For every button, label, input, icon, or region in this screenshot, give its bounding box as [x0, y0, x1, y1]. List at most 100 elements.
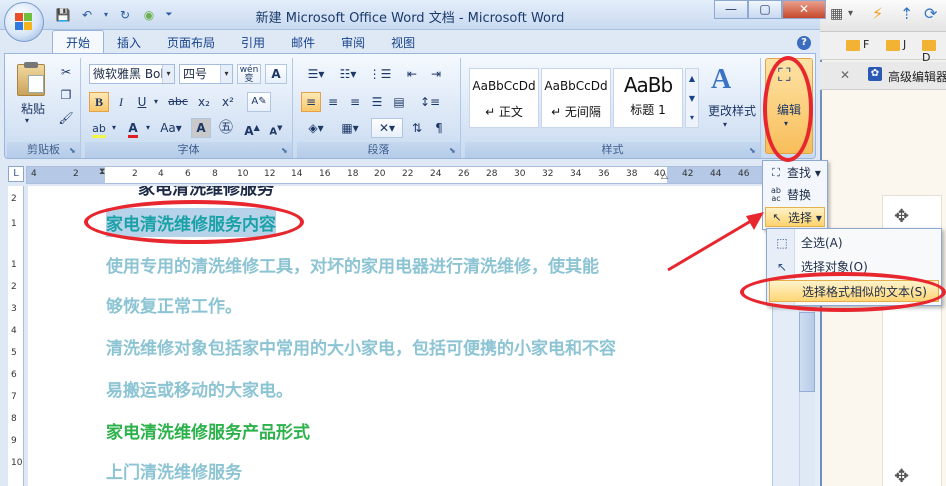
scroll-thumb[interactable] [799, 312, 815, 392]
find-button[interactable]: ⛶ 查找 ▾ [765, 163, 825, 183]
increase-indent-icon[interactable]: ⇥ [425, 64, 447, 84]
horizontal-ruler[interactable]: 4 2 2 4 6 8 10 12 14 16 18 20 22 24 26 2… [26, 166, 772, 184]
help-icon[interactable]: ? [797, 36, 811, 50]
multilevel-list-icon[interactable]: ⋮☰ [365, 64, 395, 84]
save-icon[interactable]: 💾 [54, 7, 72, 23]
arrow-up-icon[interactable]: ⇡ [900, 4, 913, 23]
gallery-more-icon[interactable]: ▾ [686, 109, 698, 127]
close-tab-icon[interactable]: ✕ [840, 68, 850, 82]
dialog-launcher-icon[interactable]: ⬊ [69, 146, 78, 155]
grid-icon[interactable]: ▦ [830, 6, 843, 22]
shrink-font-button[interactable]: A▼ [265, 118, 287, 138]
align-center-icon[interactable]: ≡ [323, 92, 343, 112]
tab-mailings[interactable]: 邮件 [278, 32, 328, 54]
chevron-down-icon[interactable]: ▾ [220, 65, 232, 83]
dialog-launcher-icon[interactable]: ⬊ [749, 146, 758, 155]
green-heading[interactable]: 家电清洗维修服务产品形式 [106, 418, 310, 443]
underline-button[interactable]: U [133, 92, 151, 112]
gallery-scroll[interactable]: ▲ ▼ ▾ [685, 68, 699, 128]
show-marks-icon[interactable]: ¶ [429, 118, 449, 138]
body-paragraph[interactable]: 易搬运或移动的大家电。 [106, 376, 293, 401]
dialog-launcher-icon[interactable]: ⬊ [281, 146, 290, 155]
chevron-down-icon[interactable]: ▾ [143, 118, 153, 138]
tab-review[interactable]: 审阅 [328, 32, 378, 54]
bookmark-folder[interactable]: J [886, 38, 906, 51]
maximize-button[interactable]: ▢ [748, 0, 782, 19]
chevron-down-icon[interactable]: ▼ [686, 89, 698, 109]
tab-view[interactable]: 视图 [378, 32, 428, 54]
italic-button[interactable]: I [111, 92, 131, 112]
customize-qat-icon[interactable]: ⏷ [164, 7, 174, 23]
clear-formatting-icon[interactable]: A✎ [247, 92, 271, 112]
indent-marker-icon[interactable]: ⧗ [99, 167, 109, 183]
body-paragraph[interactable]: 清洗维修对象包括家中常用的大小家电，包括可便携的小家电和不容 [106, 334, 616, 359]
decrease-indent-icon[interactable]: ⇤ [401, 64, 423, 84]
enclose-characters-icon[interactable]: ㊄ [215, 118, 237, 138]
chevron-down-icon[interactable]: ▾ [109, 118, 119, 138]
editing-button[interactable]: ⛶ 编辑 ▾ [765, 58, 813, 154]
paste-icon[interactable] [17, 62, 45, 96]
align-right-icon[interactable]: ≡ [345, 92, 365, 112]
selected-heading[interactable]: 家电清洗维修服务内容 [106, 208, 276, 237]
justify-icon[interactable]: ☰ [367, 92, 387, 112]
right-indent-marker-icon[interactable]: △ [661, 171, 671, 183]
refresh-icon[interactable]: ⟳ [924, 4, 937, 23]
bullets-icon[interactable]: ☰▾ [301, 64, 331, 84]
browser-tab[interactable]: ✕ ✿ 高级编辑器 [820, 62, 946, 90]
body-paragraph[interactable]: 够恢复正常工作。 [106, 292, 242, 317]
chinese-layout-icon[interactable]: ✕▾ [371, 118, 403, 138]
move-handle-icon[interactable]: ✥ [894, 466, 909, 486]
superscript-button[interactable]: x² [217, 92, 239, 112]
body-paragraph[interactable]: 上门清洗维修服务 [106, 458, 242, 483]
phonetic-guide-button[interactable]: wén 变 [237, 64, 261, 84]
paste-label[interactable]: 粘贴 [11, 100, 55, 117]
style-heading-1[interactable]: AaBb 标题 1 [613, 68, 683, 128]
vertical-ruler[interactable]: 2 1 1 2 3 4 5 6 7 8 9 10 [8, 186, 24, 486]
chevron-up-icon[interactable]: ▲ [686, 69, 698, 89]
chevron-down-icon[interactable]: ▾ [25, 116, 29, 125]
chevron-down-icon[interactable]: ▾ [848, 8, 853, 19]
font-size-combo[interactable]: 四号 ▾ [179, 64, 233, 84]
chevron-down-icon[interactable]: ▾ [151, 92, 161, 112]
copy-icon[interactable]: ❐ [57, 85, 75, 105]
character-shading-button[interactable]: A [191, 118, 211, 138]
select-similar-formatting-item[interactable]: 选择格式相似的文本(S) [769, 280, 939, 302]
chevron-down-icon[interactable]: ▾ [102, 7, 110, 23]
style-normal[interactable]: AaBbCcDd ↵ 正文 [469, 68, 539, 128]
bookmark-folder[interactable]: D [922, 38, 946, 64]
replace-button[interactable]: ab ac 替换 [765, 185, 825, 205]
borders-icon[interactable]: ▦▾ [335, 118, 365, 138]
redo-icon[interactable]: ↻ [116, 7, 134, 23]
format-painter-icon[interactable]: 🖌 [57, 108, 75, 128]
font-color-icon[interactable]: A [123, 118, 143, 138]
body-paragraph[interactable]: 使用专用的清洗维修工具，对坏的家用电器进行清洗维修，使其能 [106, 252, 599, 277]
circle-icon[interactable]: ◉ [140, 7, 158, 23]
tab-insert[interactable]: 插入 [104, 32, 154, 54]
line-spacing-icon[interactable]: ↕≡ [415, 92, 445, 112]
font-name-combo[interactable]: 微软雅黑 Bold ▾ [89, 64, 175, 84]
change-case-button[interactable]: Aa▾ [157, 118, 185, 138]
cut-icon[interactable]: ✂ [57, 62, 75, 82]
distributed-icon[interactable]: ▤ [389, 92, 409, 112]
dialog-launcher-icon[interactable]: ⬊ [449, 146, 458, 155]
chevron-down-icon[interactable]: ▾ [162, 65, 174, 83]
chevron-down-icon[interactable]: ▾ [723, 120, 727, 129]
shading-icon[interactable]: ◈▾ [301, 118, 331, 138]
close-button[interactable]: ✕ [782, 0, 826, 19]
subscript-button[interactable]: x₂ [193, 92, 215, 112]
tab-selector[interactable]: L [8, 166, 24, 182]
numbering-icon[interactable]: ☷▾ [333, 64, 363, 84]
style-no-spacing[interactable]: AaBbCcDd ↵ 无间隔 [541, 68, 611, 128]
tab-home[interactable]: 开始 [52, 30, 105, 54]
undo-icon[interactable]: ↶ [78, 7, 96, 23]
character-border-button[interactable]: A [265, 64, 287, 84]
change-styles-icon[interactable]: A [711, 64, 731, 96]
select-objects-item[interactable]: ↖ 选择对象(O) [769, 256, 939, 278]
grow-font-button[interactable]: A▲ [241, 118, 263, 138]
tab-page-layout[interactable]: 页面布局 [154, 32, 228, 54]
office-button[interactable] [4, 2, 44, 42]
strikethrough-button[interactable]: abc [165, 92, 191, 112]
sort-icon[interactable]: ⇅ [407, 118, 427, 138]
change-styles-label[interactable]: 更改样式 [703, 102, 761, 119]
tab-references[interactable]: 引用 [228, 32, 278, 54]
